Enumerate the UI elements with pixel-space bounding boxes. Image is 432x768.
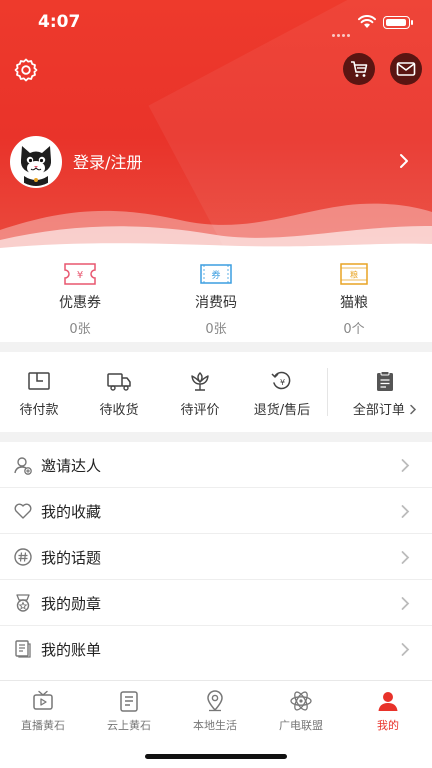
medal-icon bbox=[16, 594, 30, 612]
gear-icon[interactable] bbox=[13, 57, 39, 83]
refund-icon: ¥ bbox=[271, 371, 291, 390]
flower-icon bbox=[191, 372, 209, 391]
tab-label: 广电联盟 bbox=[279, 719, 323, 732]
tab-label: 直播黄石 bbox=[21, 719, 65, 732]
wallet-vouchers[interactable]: 券 消费码 0张 bbox=[144, 262, 288, 342]
svg-text:粮: 粮 bbox=[350, 270, 358, 280]
order-refund[interactable]: ¥ 退货/售后 bbox=[242, 370, 322, 418]
wallet-coupons[interactable]: ¥ 优惠券 0张 bbox=[8, 262, 152, 342]
document-icon bbox=[120, 691, 138, 712]
wifi-icon bbox=[358, 15, 376, 28]
login-row[interactable]: 登录/注册 bbox=[10, 136, 422, 188]
mail-icon bbox=[396, 62, 416, 76]
invite-icon bbox=[14, 457, 32, 475]
battery-icon bbox=[383, 16, 410, 29]
order-label: 待收货 bbox=[99, 403, 139, 418]
cat-food-icon: 粮 bbox=[340, 263, 368, 285]
order-label: 待评价 bbox=[180, 403, 220, 418]
tab-label: 我的 bbox=[377, 719, 399, 732]
menu-item-bills[interactable]: 我的账单 bbox=[0, 626, 432, 672]
hashtag-icon bbox=[14, 548, 32, 566]
menu-item-medals[interactable]: 我的勋章 bbox=[0, 580, 432, 626]
header-wave bbox=[0, 203, 432, 250]
profile-header: 4:07 登录/注册 bbox=[0, 0, 432, 250]
menu-item-favorites[interactable]: 我的收藏 bbox=[0, 488, 432, 534]
menu-item-invite[interactable]: 邀请达人 bbox=[0, 442, 432, 488]
status-time: 4:07 bbox=[38, 12, 81, 32]
menu-label: 我的话题 bbox=[41, 549, 102, 567]
profile-screen: 4:07 登录/注册 ¥ 优惠券 0张 券 消费码 0张 粮 猫粮 0个 待付款… bbox=[0, 0, 432, 768]
chevron-right-icon bbox=[401, 459, 410, 472]
signal-icon bbox=[332, 22, 354, 37]
login-register-link[interactable]: 登录/注册 bbox=[73, 149, 142, 173]
cart-button[interactable] bbox=[343, 53, 375, 85]
avatar[interactable] bbox=[10, 136, 62, 188]
location-icon bbox=[207, 690, 223, 712]
atom-icon bbox=[290, 691, 312, 711]
wallet-section: ¥ 优惠券 0张 券 消费码 0张 粮 猫粮 0个 bbox=[0, 250, 432, 342]
chevron-right-icon bbox=[401, 597, 410, 610]
status-bar: 4:07 bbox=[0, 0, 432, 44]
svg-text:券: 券 bbox=[211, 269, 220, 281]
bill-icon bbox=[15, 640, 31, 658]
person-icon bbox=[378, 692, 398, 711]
battery-tip bbox=[411, 20, 413, 25]
wallet-icon bbox=[28, 372, 50, 390]
wallet-count: 0张 bbox=[205, 322, 227, 337]
home-indicator bbox=[145, 754, 287, 759]
wallet-label: 消费码 bbox=[195, 295, 237, 311]
tab-local[interactable]: 本地生活 bbox=[172, 689, 258, 733]
wallet-label: 猫粮 bbox=[340, 295, 368, 311]
voucher-icon: 券 bbox=[200, 264, 232, 284]
order-pending-review[interactable]: 待评价 bbox=[160, 370, 240, 418]
menu-label: 我的勋章 bbox=[41, 595, 102, 613]
order-pending-receipt[interactable]: 待收货 bbox=[79, 370, 159, 418]
messages-button[interactable] bbox=[390, 53, 422, 85]
menu-label: 我的账单 bbox=[41, 641, 102, 659]
chevron-right-icon bbox=[410, 404, 417, 415]
wallet-label: 优惠券 bbox=[59, 295, 101, 311]
coupon-icon: ¥ bbox=[64, 263, 96, 285]
truck-icon bbox=[107, 373, 131, 391]
orders-section: 待付款 待收货 待评价 ¥ 退货/售后 全部订单 bbox=[0, 352, 432, 432]
order-label: 待付款 bbox=[19, 403, 59, 418]
menu-label: 我的收藏 bbox=[41, 503, 102, 521]
all-orders-label: 全部订单 bbox=[352, 403, 405, 418]
order-all[interactable]: 全部订单 bbox=[340, 370, 430, 418]
heart-icon bbox=[14, 503, 32, 519]
chevron-right-icon bbox=[401, 551, 410, 564]
wallet-cat-food[interactable]: 粮 猫粮 0个 bbox=[282, 262, 426, 342]
cart-icon bbox=[351, 61, 368, 77]
chevron-right-icon bbox=[401, 505, 410, 518]
menu-list: 邀请达人 我的收藏 我的话题 我的勋章 我的账单 bbox=[0, 442, 432, 682]
chevron-right-icon bbox=[401, 643, 410, 656]
svg-text:¥: ¥ bbox=[77, 270, 83, 281]
menu-item-topics[interactable]: 我的话题 bbox=[0, 534, 432, 580]
orders-divider bbox=[327, 368, 328, 416]
cat-avatar-icon bbox=[12, 138, 60, 186]
tab-label: 云上黄石 bbox=[107, 719, 151, 732]
tab-live[interactable]: 直播黄石 bbox=[0, 689, 86, 733]
menu-label: 邀请达人 bbox=[41, 457, 102, 475]
tab-cloud[interactable]: 云上黄石 bbox=[86, 689, 172, 733]
tv-icon bbox=[33, 690, 53, 710]
tab-mine[interactable]: 我的 bbox=[345, 689, 431, 733]
svg-text:¥: ¥ bbox=[280, 378, 285, 387]
clipboard-icon bbox=[377, 371, 393, 391]
chevron-right-icon bbox=[400, 154, 408, 168]
wallet-count: 0个 bbox=[343, 322, 365, 337]
order-label: 全部订单 bbox=[340, 399, 430, 418]
order-label: 退货/售后 bbox=[253, 403, 311, 418]
tab-label: 本地生活 bbox=[193, 719, 237, 732]
tab-alliance[interactable]: 广电联盟 bbox=[258, 689, 344, 733]
order-pending-payment[interactable]: 待付款 bbox=[0, 370, 79, 418]
wallet-count: 0张 bbox=[69, 322, 91, 337]
